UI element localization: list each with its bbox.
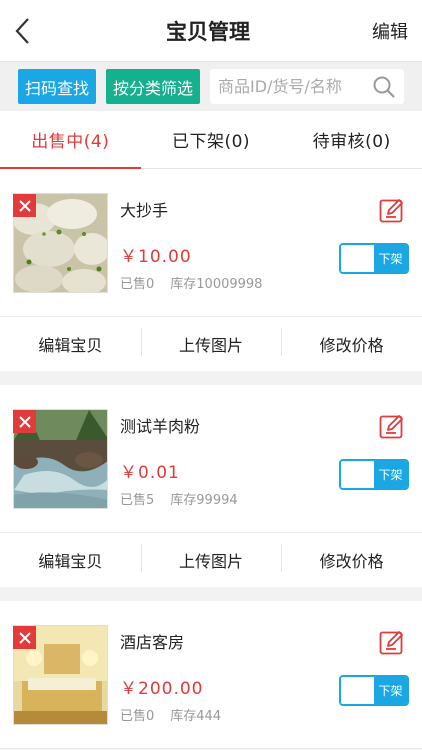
product-card: 大抄手 ￥10.00 已售0 库存10009998 下架 编辑宝贝 上传图片 修改… — [0, 169, 422, 371]
back-button[interactable] — [14, 11, 44, 51]
stock-count: 库存99994 — [170, 493, 238, 508]
close-icon — [18, 415, 31, 428]
nav-bar: 宝贝管理 编辑 — [0, 0, 422, 62]
delete-button[interactable] — [13, 410, 36, 433]
product-info: 测试羊肉粉 ￥0.01 已售5 库存99994 下架 — [0, 385, 422, 533]
sold-count: 已售0 — [120, 277, 155, 292]
product-actions: 编辑宝贝 上传图片 修改价格 — [0, 533, 422, 587]
chevron-left-icon — [15, 17, 29, 44]
toggle-label: 下架 — [374, 245, 407, 272]
search-box — [210, 69, 404, 104]
page-title: 宝贝管理 — [166, 19, 250, 44]
delist-toggle[interactable]: 下架 — [339, 675, 409, 706]
product-info: 大抄手 ￥10.00 已售0 库存10009998 下架 — [0, 169, 422, 317]
product-info: 酒店客房 ￥200.00 已售0 库存444 下架 — [0, 601, 422, 749]
edit-price-button[interactable]: 修改价格 — [281, 544, 422, 572]
close-icon — [18, 631, 31, 644]
upload-image-button[interactable]: 上传图片 — [140, 544, 282, 572]
edit-button[interactable]: 编辑 — [372, 18, 408, 44]
tab-off-shelf[interactable]: 已下架(0) — [141, 111, 282, 168]
edit-product-button[interactable]: 编辑宝贝 — [0, 548, 141, 572]
toggle-knob — [341, 461, 376, 488]
product-card: 酒店客房 ￥200.00 已售0 库存444 下架 — [0, 601, 422, 749]
product-name: 酒店客房 — [120, 633, 185, 652]
stock-count: 库存10009998 — [170, 277, 263, 292]
scan-button[interactable]: 扫码查找 — [18, 69, 96, 104]
stock-count: 库存444 — [170, 709, 222, 724]
product-name: 大抄手 — [120, 201, 169, 220]
edit-pencil-icon[interactable] — [379, 413, 405, 439]
tab-on-sale[interactable]: 出售中(4) — [0, 111, 141, 169]
sold-count: 已售0 — [120, 709, 155, 724]
status-tabs: 出售中(4) 已下架(0) 待审核(0) — [0, 111, 422, 169]
delete-button[interactable] — [13, 626, 36, 649]
product-meta: 已售0 库存10009998 — [120, 273, 262, 292]
edit-product-button[interactable]: 编辑宝贝 — [0, 332, 141, 356]
product-name: 测试羊肉粉 — [120, 417, 201, 436]
close-icon — [18, 199, 31, 212]
product-price: ￥0.01 — [120, 463, 180, 483]
edit-pencil-icon[interactable] — [379, 197, 405, 223]
search-input[interactable] — [218, 77, 372, 96]
product-meta: 已售5 库存99994 — [120, 489, 238, 508]
search-icon[interactable] — [372, 75, 396, 99]
sold-count: 已售5 — [120, 493, 155, 508]
delist-toggle[interactable]: 下架 — [339, 243, 409, 274]
product-card: 测试羊肉粉 ￥0.01 已售5 库存99994 下架 编辑宝贝 上传图片 修改价格 — [0, 385, 422, 587]
product-price: ￥200.00 — [120, 679, 204, 699]
edit-price-button[interactable]: 修改价格 — [281, 328, 422, 356]
toggle-knob — [341, 245, 376, 272]
edit-pencil-icon[interactable] — [379, 629, 405, 655]
filter-by-category-button[interactable]: 按分类筛选 — [106, 69, 200, 104]
delist-toggle[interactable]: 下架 — [339, 459, 409, 490]
product-price: ￥10.00 — [120, 247, 192, 267]
product-meta: 已售0 库存444 — [120, 705, 221, 724]
toggle-knob — [341, 677, 376, 704]
delete-button[interactable] — [13, 194, 36, 217]
product-list: 大抄手 ￥10.00 已售0 库存10009998 下架 编辑宝贝 上传图片 修改… — [0, 169, 422, 749]
toolbar: 扫码查找 按分类筛选 — [0, 62, 422, 111]
upload-image-button[interactable]: 上传图片 — [140, 328, 282, 356]
tab-pending-review[interactable]: 待审核(0) — [281, 111, 422, 168]
toggle-label: 下架 — [374, 461, 407, 488]
toggle-label: 下架 — [374, 677, 407, 704]
product-actions: 编辑宝贝 上传图片 修改价格 — [0, 317, 422, 371]
